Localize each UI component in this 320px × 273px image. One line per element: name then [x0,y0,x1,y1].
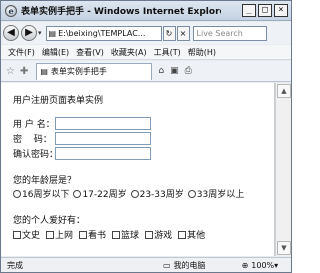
zoom-label: 100% [251,260,275,270]
age-option[interactable]: 17-22周岁 [73,187,127,200]
scroll-down-icon[interactable]: ▼ [277,241,291,255]
computer-icon: ▭ [163,260,171,270]
zone-label: 我的电脑 [173,260,206,270]
confirm-password-row: 确认密码： [13,146,274,160]
radio-button[interactable] [73,189,82,198]
hobby-option[interactable]: 游戏 [145,228,172,241]
age-option[interactable]: 33周岁以上 [187,187,245,200]
username-row: 用 户 名： [13,116,274,130]
menu-favorites[interactable]: 收藏夹(A) [111,47,147,58]
stop-button[interactable]: × [176,25,190,41]
refresh-button[interactable]: ↻ [162,25,176,41]
hobby-question: 您的个人爱好有： [13,216,86,226]
history-dropdown-icon[interactable]: ▾ [38,29,42,37]
status-text: 完成 [7,260,23,270]
hobby-option-label: 其他 [187,231,206,241]
hobby-option-label: 文史 [22,231,41,241]
password-label: 密 码： [13,134,52,145]
radio-button[interactable] [187,189,196,198]
favorites-star-icon[interactable]: ☆ [6,66,15,77]
search-input[interactable]: Live Search [192,25,267,41]
hobby-option[interactable]: 上网 [46,228,73,241]
security-zone: ▭ 我的电脑 [163,260,206,271]
hobby-option-label: 上网 [55,231,74,241]
page-content: 用户注册页面表单实例 用 户 名： 密 码： 确认密码： 您的年龄层是？ 16周… [1,83,275,256]
menu-bar: 文件(F) 编辑(E) 查看(V) 收藏夹(A) 工具(T) 帮助(H) [1,45,291,60]
scroll-up-icon[interactable]: ▲ [277,84,291,98]
title-bar: e 表单实例手把手 - Windows Internet Explorer _ … [1,1,291,21]
age-option[interactable]: 23-33周岁 [130,187,184,200]
password-row: 密 码： [13,131,274,145]
window-title: 表单实例手把手 - Windows Internet Explorer [21,7,221,17]
tab-bar: ☆ ✚ ▤ 表单实例手把手 ⌂ ▣ ⎙ [1,61,291,82]
username-input[interactable] [55,116,151,130]
hobby-options: 文史 上网 看书 篮球 游戏 其他 [13,228,274,241]
confirm-password-input[interactable] [55,146,151,160]
menu-view[interactable]: 查看(V) [76,47,104,58]
back-button[interactable]: ◀ [3,25,19,41]
hobby-option[interactable]: 看书 [79,228,106,241]
checkbox[interactable] [13,230,21,239]
zoom-control[interactable]: ⊕ 100% ▾ [242,261,279,270]
address-toolbar: ◀ ▶ ▾ ▤ E:\beixing\TEMPLAC... ↻ × Live S… [1,22,291,44]
age-option-label: 23-33周岁 [139,190,184,200]
radio-button[interactable] [13,189,21,198]
age-option-label: 33周岁以上 [196,190,245,200]
hobby-option[interactable]: 其他 [178,228,205,241]
home-icon[interactable]: ⌂ [158,66,164,76]
hobby-option-label: 游戏 [154,231,173,241]
checkbox[interactable] [178,230,187,239]
checkbox[interactable] [46,230,55,239]
age-option-label: 16周岁以下 [22,190,70,200]
password-input[interactable] [55,131,151,145]
close-button[interactable]: × [274,4,288,17]
hobby-option[interactable]: 篮球 [112,228,139,241]
menu-tools[interactable]: 工具(T) [154,47,181,58]
checkbox[interactable] [145,230,154,239]
ie-logo-icon: e [5,4,17,17]
hobby-option-label: 看书 [88,231,107,241]
page-heading: 用户注册页面表单实例 [13,96,104,106]
feeds-icon[interactable]: ▣ [170,66,179,76]
tab-current[interactable]: ▤ 表单实例手把手 [36,62,153,80]
window-controls: _ □ × [242,4,288,17]
address-field[interactable]: ▤ E:\beixing\TEMPLAC... [45,25,162,41]
hobby-option-label: 篮球 [121,231,140,241]
menu-edit[interactable]: 编辑(E) [42,47,69,58]
maximize-button[interactable]: □ [258,4,272,17]
zoom-icon: ⊕ [241,260,249,270]
checkbox[interactable] [79,230,88,239]
forward-button[interactable]: ▶ [21,25,37,41]
menu-help[interactable]: 帮助(H) [188,47,216,58]
print-icon[interactable]: ⎙ [185,66,192,76]
address-text: E:\beixing\TEMPLAC... [58,28,146,38]
confirm-password-label: 确认密码： [13,149,59,160]
zoom-dropdown-icon[interactable]: ▾ [274,261,278,270]
age-options: 16周岁以下 17-22周岁 23-33周岁 33周岁以上 [13,187,275,200]
tab-label: 表单实例手把手 [50,67,107,76]
radio-button[interactable] [130,189,139,198]
add-favorite-icon[interactable]: ✚ [20,66,28,77]
browser-window: e 表单实例手把手 - Windows Internet Explorer _ … [0,0,292,273]
age-option[interactable]: 16周岁以下 [13,187,69,200]
page-icon: ▤ [48,28,57,38]
page-icon: ▤ [40,67,48,76]
menu-file[interactable]: 文件(F) [8,47,35,58]
status-bar: 完成 ▭ 我的电脑 ⊕ 100% ▾ [1,257,291,272]
username-label: 用 户 名： [13,119,55,130]
hobby-option[interactable]: 文史 [13,228,40,241]
age-option-label: 17-22周岁 [82,190,127,200]
checkbox[interactable] [112,230,121,239]
vertical-scrollbar[interactable]: ▲ ▼ [275,83,291,256]
minimize-button[interactable]: _ [242,4,256,17]
age-question: 您的年龄层是？ [13,176,77,186]
